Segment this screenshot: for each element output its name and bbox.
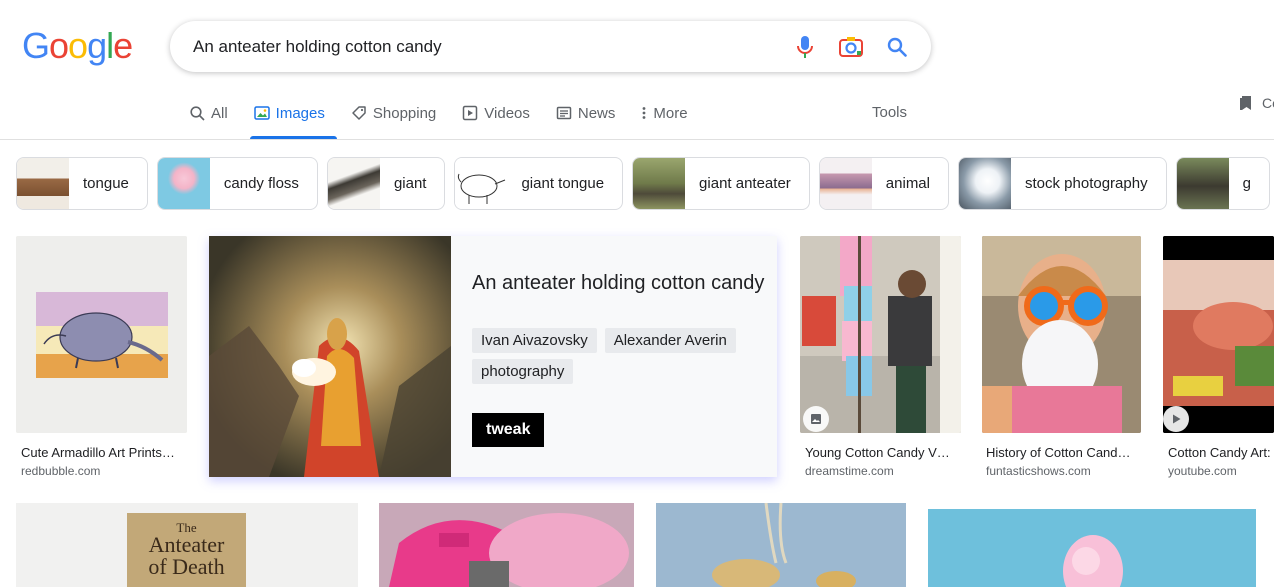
tab-label: More xyxy=(653,104,688,122)
more-vertical-icon xyxy=(642,107,646,119)
tab-label: Videos xyxy=(484,104,530,122)
image-result[interactable]: Cotton Candy Art: youtube.com xyxy=(1163,236,1274,481)
play-icon xyxy=(463,105,478,121)
related-search-chips: tongue candy floss giant giant tongue gi… xyxy=(16,157,1274,210)
book-title-line: Anteater xyxy=(148,532,225,557)
chip-thumbnail xyxy=(958,158,1011,209)
image-icon xyxy=(811,414,821,424)
chip-thumbnail xyxy=(633,158,686,209)
result-site[interactable]: youtube.com xyxy=(1168,464,1237,478)
camera-lens-icon[interactable] xyxy=(839,35,863,59)
style-tag[interactable]: Ivan Aivazovsky xyxy=(472,328,597,353)
tab-label: Images xyxy=(275,104,325,122)
result-image xyxy=(982,236,1141,433)
chip-label: giant anteater xyxy=(699,175,791,192)
image-result[interactable]: Cute Armadillo Art Prints… redbubble.com xyxy=(16,236,187,481)
play-icon xyxy=(1173,414,1181,424)
featured-result-panel[interactable]: An anteater holding cotton candy Ivan Ai… xyxy=(209,236,777,477)
book-title-line: of Death xyxy=(148,554,225,579)
chip-candy-floss[interactable]: candy floss xyxy=(156,157,318,210)
tools-button[interactable]: Tools xyxy=(872,104,907,121)
chip-label: tongue xyxy=(83,175,129,192)
chip-giant[interactable]: giant xyxy=(326,157,446,210)
microphone-icon[interactable] xyxy=(793,35,817,59)
result-image-animal-figure[interactable] xyxy=(656,503,906,587)
result-title[interactable]: Cute Armadillo Art Prints… xyxy=(21,445,175,460)
logo-letter: o xyxy=(49,25,69,66)
logo-letter: e xyxy=(113,25,133,66)
logo-letter: g xyxy=(87,25,107,66)
chip-stock-photography[interactable]: stock photography xyxy=(957,157,1167,210)
search-icon xyxy=(190,105,205,121)
chip-label: candy floss xyxy=(223,175,299,192)
tab-label: Shopping xyxy=(372,104,437,122)
featured-title: An anteater holding cotton candy xyxy=(472,272,765,294)
google-logo[interactable]: Google xyxy=(22,25,133,66)
result-image xyxy=(800,236,961,433)
header-divider xyxy=(0,139,1274,140)
image-result[interactable]: Young Cotton Candy V… dreamstime.com xyxy=(800,236,961,481)
tab-more[interactable]: More xyxy=(641,96,688,130)
tab-shopping[interactable]: Shopping xyxy=(351,96,436,130)
result-image xyxy=(1163,236,1274,433)
result-image-cotton-candy-blue[interactable] xyxy=(928,509,1256,587)
result-image-book[interactable]: The Anteater of Death xyxy=(16,503,358,587)
chip-thumbnail xyxy=(819,158,872,209)
chip-giant-anteater[interactable]: giant anteater xyxy=(632,157,810,210)
chip-label: g xyxy=(1242,175,1251,192)
collections-button[interactable]: Co xyxy=(1238,94,1274,112)
chip-g[interactable]: g xyxy=(1175,157,1270,210)
logo-letter: l xyxy=(106,25,114,66)
result-site[interactable]: dreamstime.com xyxy=(805,464,894,478)
book-cover: The Anteater of Death xyxy=(127,513,246,587)
chip-label: giant tongue xyxy=(521,175,605,192)
image-icon xyxy=(253,106,270,120)
search-icon[interactable] xyxy=(885,35,909,59)
chip-thumbnail xyxy=(1176,158,1229,209)
collections-label: Co xyxy=(1262,95,1274,111)
search-tabs: All Images Shopping Videos News More xyxy=(190,96,714,139)
tab-label: News xyxy=(577,104,616,122)
search-input[interactable]: An anteater holding cotton candy xyxy=(193,37,793,57)
tab-images[interactable]: Images xyxy=(249,96,338,139)
image-result[interactable]: History of Cotton Cand… funtasticshows.c… xyxy=(982,236,1141,481)
tweak-button[interactable]: tweak xyxy=(472,413,545,447)
result-site[interactable]: funtasticshows.com xyxy=(986,464,1091,478)
style-tags: Ivan Aivazovsky Alexander Averin photogr… xyxy=(472,328,762,390)
chip-animal[interactable]: animal xyxy=(818,157,949,210)
featured-image xyxy=(209,236,451,477)
chip-label: animal xyxy=(885,175,930,192)
search-box[interactable]: An anteater holding cotton candy xyxy=(170,21,931,72)
tab-all[interactable]: All xyxy=(190,96,228,130)
tag-icon xyxy=(352,106,366,120)
tab-news[interactable]: News xyxy=(556,96,616,130)
result-title[interactable]: Cotton Candy Art: xyxy=(1168,445,1271,460)
chip-tongue[interactable]: tongue xyxy=(16,157,148,210)
chip-thumbnail xyxy=(17,158,69,209)
chip-thumbnail xyxy=(455,158,508,209)
result-image xyxy=(16,236,187,433)
tab-label: All xyxy=(211,104,228,122)
style-tag[interactable]: Alexander Averin xyxy=(604,328,736,353)
style-tag[interactable]: photography xyxy=(472,359,574,384)
logo-letter: G xyxy=(22,25,50,66)
tab-videos[interactable]: Videos xyxy=(462,96,530,130)
result-site[interactable]: redbubble.com xyxy=(21,464,100,478)
image-type-badge xyxy=(803,406,829,432)
result-title[interactable]: History of Cotton Cand… xyxy=(986,445,1131,460)
chip-giant-tongue[interactable]: giant tongue xyxy=(454,157,624,210)
logo-letter: o xyxy=(68,25,88,66)
video-type-badge xyxy=(1163,406,1189,432)
chip-label: stock photography xyxy=(1024,175,1148,192)
result-title[interactable]: Young Cotton Candy V… xyxy=(805,445,950,460)
chip-thumbnail xyxy=(157,158,210,209)
bookmark-icon xyxy=(1240,96,1251,110)
result-image-pink-hat[interactable] xyxy=(379,503,634,587)
newspaper-icon xyxy=(556,106,572,120)
chip-label: giant xyxy=(393,175,427,192)
chip-thumbnail xyxy=(327,158,380,209)
